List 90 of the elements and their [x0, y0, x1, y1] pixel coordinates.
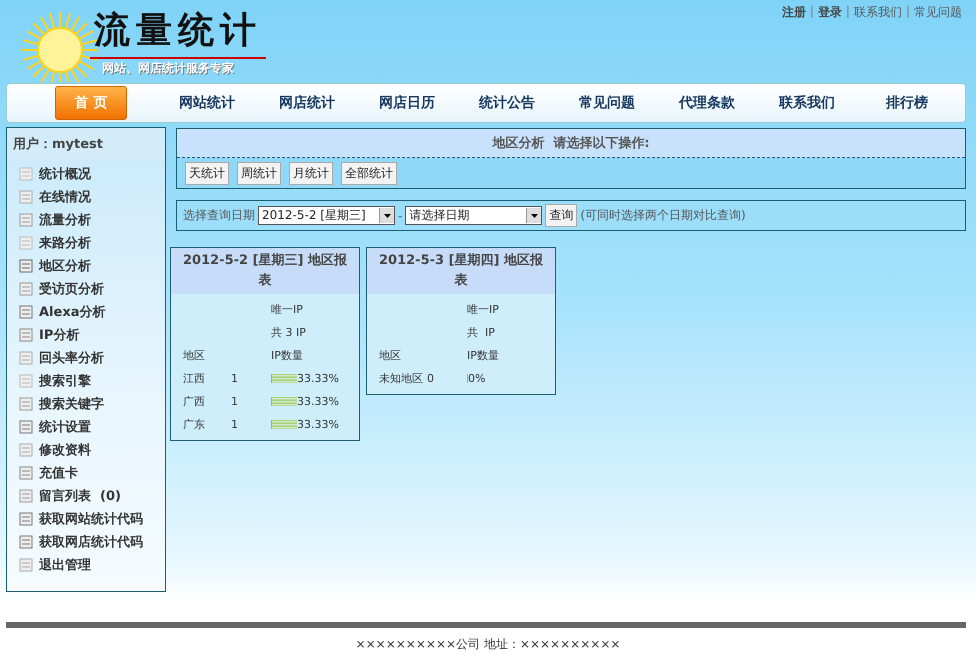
sidebar-item[interactable]: IP分析 — [39, 326, 80, 344]
sidebar-item[interactable]: 统计设置 — [39, 418, 91, 436]
hint-text: (可同时选择两个日期对比查询) — [580, 207, 746, 224]
page-icon — [19, 258, 33, 272]
report-title: 2012-5-3 [星期四] 地区报表 — [367, 248, 555, 294]
page-icon — [19, 328, 33, 342]
top-link[interactable]: 常见问题 — [910, 4, 966, 21]
stat-button[interactable]: 周统计 — [237, 162, 281, 185]
percent-text: 0% — [468, 372, 486, 384]
column-header: 唯一IP — [271, 303, 303, 316]
column-header: 唯一IP — [467, 303, 499, 316]
sidebar-item[interactable]: Alexa分析 — [39, 302, 106, 320]
separator: | — [846, 4, 850, 20]
page-icon — [19, 488, 33, 502]
sidebar-item[interactable]: 充值卡 — [39, 464, 78, 482]
dropdown-arrow-icon — [384, 214, 390, 218]
stat-button[interactable]: 月统计 — [289, 162, 333, 185]
nav-tab[interactable]: 排行榜 — [857, 87, 957, 119]
page-icon — [19, 304, 33, 318]
count-cell: 1 — [231, 372, 238, 385]
slogan: 网站、网店统计服务专家 — [102, 60, 234, 77]
footer-text: ××××××××××公司 地址：×××××××××× — [354, 636, 622, 653]
sidebar-item[interactable]: 来路分析 — [39, 234, 91, 252]
column-header: 地区 — [379, 349, 401, 362]
nav-tab[interactable]: 统计公告 — [457, 87, 557, 119]
logo-text: 流量统计 — [90, 6, 266, 59]
page-icon — [19, 442, 33, 456]
column-header: 地区 — [183, 349, 205, 362]
page-icon — [19, 374, 33, 388]
percent-text: 33.33% — [296, 418, 339, 430]
count-cell: 1 — [231, 418, 238, 431]
sidebar-item[interactable]: 回头率分析 — [39, 348, 104, 366]
user-label: 用户：mytest — [7, 128, 165, 160]
page-icon — [19, 558, 33, 572]
separator: - — [398, 208, 402, 222]
page-icon — [19, 236, 33, 250]
page-icon — [19, 396, 33, 410]
region-cell: 广东 — [183, 418, 205, 431]
column-header: IP数量 — [467, 349, 499, 362]
column-header: IP数量 — [271, 349, 303, 362]
region-cell: 江西 — [183, 372, 205, 385]
nav-tab[interactable]: 代理条款 — [657, 87, 757, 119]
date-label: 选择查询日期 — [183, 207, 255, 224]
sidebar-item[interactable]: 地区分析 — [39, 256, 91, 274]
dropdown-arrow-icon — [530, 214, 538, 218]
count-cell: 0 — [427, 372, 434, 385]
query-button[interactable]: 查询 — [545, 204, 578, 227]
sidebar-item[interactable]: 受访页分析 — [39, 280, 104, 298]
sidebar-item[interactable]: 搜索关键字 — [39, 394, 104, 412]
nav-tab[interactable]: 常见问题 — [557, 87, 657, 119]
sidebar-item[interactable]: 获取网店统计代码 — [39, 532, 143, 550]
sidebar-item[interactable]: 统计概况 — [39, 164, 91, 182]
nav-tab[interactable]: 网店统计 — [257, 87, 357, 119]
date-select[interactable]: 请选择日期 — [405, 206, 542, 225]
page-icon — [19, 282, 33, 296]
separator: | — [810, 4, 814, 20]
sidebar-item[interactable]: 退出管理 — [39, 556, 91, 574]
top-link[interactable]: 登录 — [814, 4, 846, 21]
sidebar-item[interactable]: 流量分析 — [39, 210, 91, 228]
panel-title: 地区分析 请选择以下操作: — [177, 129, 965, 158]
separator: | — [906, 4, 910, 20]
sidebar-item[interactable]: 在线情况 — [39, 188, 91, 206]
sidebar-item[interactable]: 修改资料 — [39, 440, 91, 458]
report-title: 2012-5-2 [星期三] 地区报表 — [171, 248, 359, 294]
sidebar-item[interactable]: 搜索引擎 — [39, 372, 91, 390]
sidebar-item[interactable]: 获取网站统计代码 — [39, 510, 143, 528]
total-label: 共 IP — [467, 326, 495, 339]
page-icon — [19, 420, 33, 434]
page-icon — [19, 466, 33, 480]
nav-tab[interactable]: 联系我们 — [757, 87, 857, 119]
count-cell: 1 — [231, 395, 238, 408]
page-icon — [19, 190, 33, 204]
page-icon — [19, 534, 33, 548]
top-link[interactable]: 注册 — [778, 4, 810, 21]
date-select[interactable]: 2012-5-2 [星期三] — [258, 206, 395, 225]
top-link[interactable]: 联系我们 — [850, 4, 906, 21]
nav-tab[interactable]: 网店日历 — [357, 87, 457, 119]
page-icon — [19, 350, 33, 364]
nav-tab[interactable]: 网站统计 — [157, 87, 257, 119]
stat-button[interactable]: 天统计 — [185, 162, 229, 185]
page-icon — [19, 212, 33, 226]
page-icon — [19, 512, 33, 526]
region-cell: 未知地区 — [379, 372, 423, 385]
sidebar-item[interactable]: 留言列表 (0) — [39, 486, 121, 504]
region-cell: 广西 — [183, 395, 205, 408]
page-icon — [19, 166, 33, 180]
stat-button[interactable]: 全部统计 — [341, 162, 397, 185]
percent-text: 33.33% — [296, 372, 339, 384]
percent-text: 33.33% — [296, 394, 339, 408]
total-label: 共 3 IP — [271, 326, 306, 339]
